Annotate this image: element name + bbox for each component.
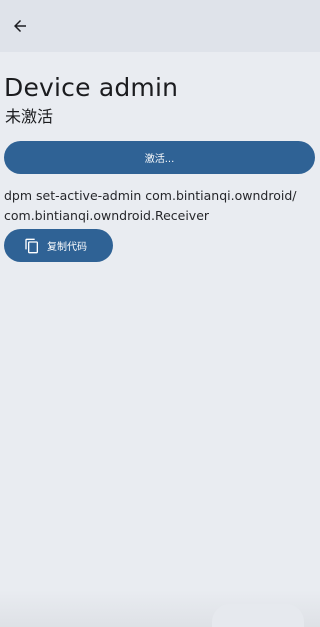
activate-button-label: 激活... bbox=[144, 154, 175, 165]
activate-button[interactable]: 激活... bbox=[4, 141, 315, 174]
status-text: 未激活 bbox=[5, 107, 54, 126]
copy-code-button[interactable]: 复制代码 bbox=[4, 229, 113, 262]
arrow-left-icon bbox=[14, 20, 26, 32]
command-text: dpm set-active-admin com.bintianqi.owndr… bbox=[4, 186, 316, 226]
navigation-gesture-area bbox=[212, 604, 304, 627]
copy-code-label: 复制代码 bbox=[47, 242, 87, 253]
command-line-1: dpm set-active-admin com.bintianqi.owndr… bbox=[4, 188, 297, 203]
copy-icon bbox=[24, 238, 40, 254]
top-app-bar bbox=[0, 0, 320, 52]
command-line-2: com.bintianqi.owndroid.Receiver bbox=[4, 208, 210, 223]
page-title: Device admin bbox=[4, 73, 179, 102]
back-button[interactable] bbox=[6, 12, 34, 40]
